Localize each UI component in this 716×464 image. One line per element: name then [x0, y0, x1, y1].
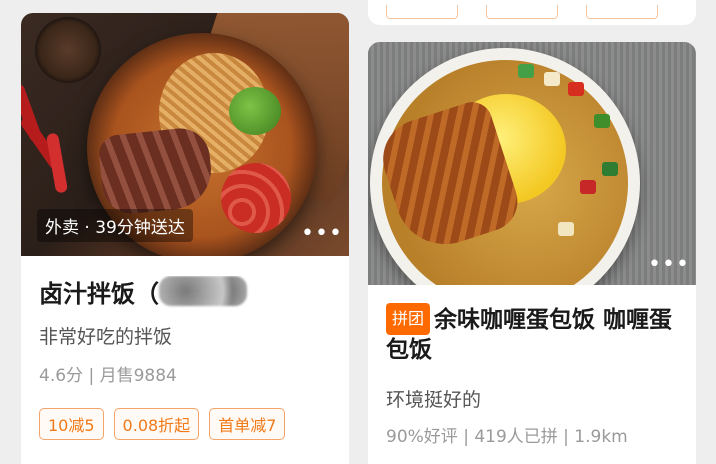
product-card-partial[interactable] — [368, 0, 696, 25]
chip-partial — [486, 5, 558, 19]
promo-chip[interactable]: 10减5 — [39, 408, 104, 440]
food-image[interactable]: ••• — [368, 42, 696, 285]
rating-groups-distance: 90%好评 | 419人已拼 | 1.9km — [386, 427, 628, 447]
promo-chips: 10减5 0.08折起 首单减7 — [39, 408, 331, 440]
more-dots-icon[interactable]: ••• — [301, 223, 343, 245]
chip-partial — [386, 5, 458, 19]
product-title[interactable]: 拼团 余味咖喱蛋包饭 咖喱蛋包饭 — [386, 303, 678, 365]
delivery-time-label: 外卖 · 39分钟送达 — [37, 209, 193, 242]
product-description: 非常好吃的拌饭 — [39, 326, 173, 348]
chip-partial — [586, 5, 658, 19]
peppercorn-bowl — [35, 17, 101, 83]
group-buy-tag: 拼团 — [386, 303, 431, 335]
product-card-braised-rice[interactable]: 外卖 · 39分钟送达 ••• 卤汁拌饭（ 非常好吃的拌饭 4.6分 | 月售9… — [21, 13, 349, 464]
promo-chip[interactable]: 0.08折起 — [113, 408, 200, 440]
food-image[interactable]: 外卖 · 39分钟送达 ••• — [21, 13, 349, 256]
rating-sales: 4.6分 | 月售9884 — [39, 366, 177, 386]
product-description: 环境挺好的 — [386, 389, 482, 411]
product-title-text: 卤汁拌饭（ — [39, 280, 159, 308]
blurred-text — [159, 276, 247, 306]
more-dots-icon[interactable]: ••• — [648, 254, 690, 276]
promo-chip[interactable]: 首单减7 — [209, 408, 286, 440]
product-title[interactable]: 卤汁拌饭（ — [39, 276, 331, 310]
product-card-curry-omelette[interactable]: ••• 拼团 余味咖喱蛋包饭 咖喱蛋包饭 环境挺好的 90%好评 | 419人已拼… — [368, 42, 696, 464]
